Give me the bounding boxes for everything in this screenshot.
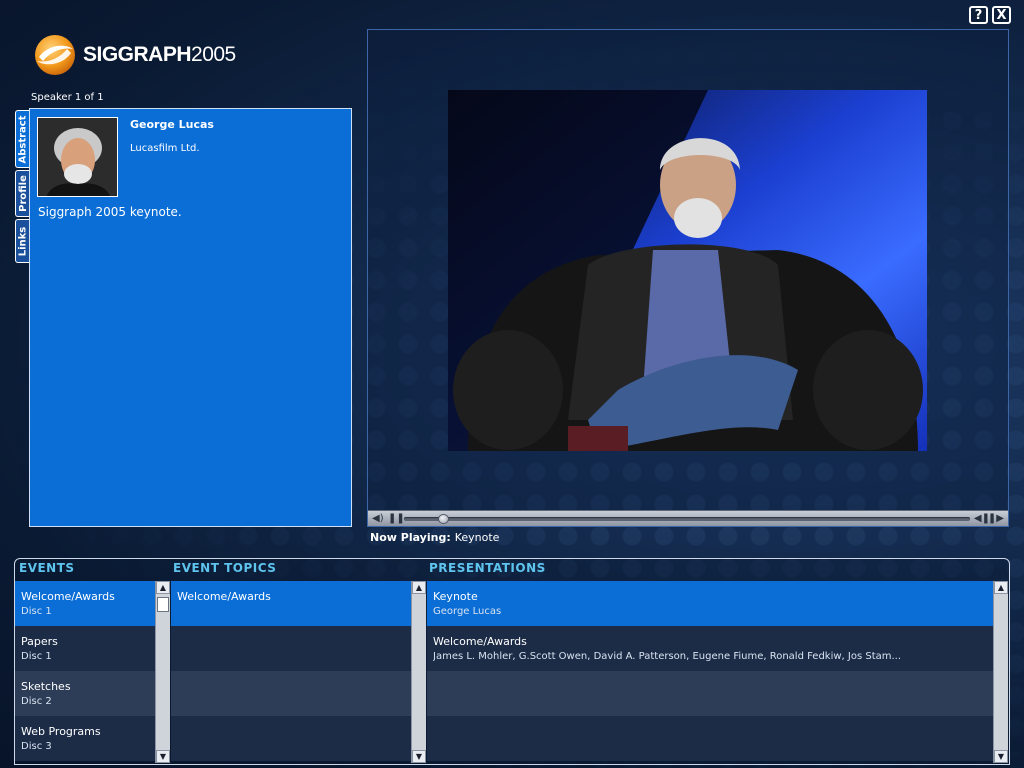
video-panel: ◀) ❚❚ ◀❚ ❚▶: [367, 29, 1009, 527]
scroll-up-icon[interactable]: ▲: [994, 581, 1008, 594]
scroll-down-icon[interactable]: ▼: [156, 750, 170, 763]
speaker-name: George Lucas: [130, 118, 214, 131]
list-item-event[interactable]: Sketches Disc 2: [15, 671, 155, 716]
seek-track[interactable]: [404, 517, 970, 521]
event-topics-header: EVENT TOPICS: [173, 561, 277, 575]
events-scrollbar[interactable]: ▲ ▼: [155, 581, 170, 763]
list-item-presentation[interactable]: Welcome/Awards James L. Mohler, G.Scott …: [427, 626, 993, 671]
presentation-speakers: George Lucas: [433, 606, 502, 617]
video-display[interactable]: [448, 90, 927, 451]
event-disc: Disc 1: [21, 651, 52, 662]
speaker-count: Speaker 1 of 1: [31, 92, 104, 103]
list-item-empty: [427, 716, 993, 761]
speaker-photo: [37, 117, 118, 197]
topics-scrollbar[interactable]: ▲ ▼: [411, 581, 426, 763]
help-button[interactable]: ?: [969, 6, 988, 24]
speaker-info-panel: George Lucas Lucasfilm Ltd. Siggraph 200…: [29, 108, 352, 527]
logo-brand: SIGGRAPH: [83, 43, 192, 66]
event-title: Sketches: [21, 680, 71, 693]
list-item-empty: [171, 716, 411, 761]
scroll-up-icon[interactable]: ▲: [412, 581, 426, 594]
speaker-abstract: Siggraph 2005 keynote.: [38, 205, 182, 219]
next-icon[interactable]: ❚▶: [988, 512, 1004, 526]
logo-year: 2005: [191, 43, 236, 66]
event-disc: Disc 2: [21, 696, 52, 707]
list-item-topic[interactable]: Welcome/Awards: [171, 581, 411, 626]
presentation-title: Keynote: [433, 590, 478, 603]
list-item-event[interactable]: Web Programs Disc 3: [15, 716, 155, 761]
presentations-scrollbar[interactable]: ▲ ▼: [993, 581, 1008, 763]
list-item-empty: [171, 626, 411, 671]
events-header: EVENTS: [19, 561, 75, 575]
tab-profile-label: Profile: [17, 175, 29, 212]
list-item-empty: [171, 671, 411, 716]
now-playing-label: Now Playing:: [370, 531, 451, 544]
event-disc: Disc 1: [21, 606, 52, 617]
volume-speaker-icon[interactable]: ◀): [372, 512, 384, 526]
presentation-title: Welcome/Awards: [433, 635, 527, 648]
event-disc: Disc 3: [21, 741, 52, 752]
list-item-event[interactable]: Welcome/Awards Disc 1: [15, 581, 155, 626]
presentations-list: Keynote George Lucas Welcome/Awards Jame…: [427, 581, 993, 763]
scroll-down-icon[interactable]: ▼: [412, 750, 426, 763]
tab-links[interactable]: Links: [15, 219, 30, 263]
list-item-presentation[interactable]: Keynote George Lucas: [427, 581, 993, 626]
now-playing: Now Playing: Keynote: [370, 531, 499, 544]
presentations-header: PRESENTATIONS: [429, 561, 546, 575]
siggraph-swirl-icon: [35, 35, 75, 75]
scroll-down-icon[interactable]: ▼: [994, 750, 1008, 763]
tab-links-label: Links: [17, 226, 29, 256]
speaker-organization: Lucasfilm Ltd.: [130, 143, 200, 154]
event-title: Papers: [21, 635, 58, 648]
tab-abstract[interactable]: Abstract: [15, 110, 30, 168]
scroll-thumb[interactable]: [157, 597, 169, 612]
list-item-empty: [427, 671, 993, 716]
events-list: Welcome/Awards Disc 1 Papers Disc 1 Sket…: [15, 581, 155, 763]
event-title: Web Programs: [21, 725, 101, 738]
event-title: Welcome/Awards: [21, 590, 115, 603]
tab-profile[interactable]: Profile: [15, 170, 30, 217]
video-control-bar: ◀) ❚❚ ◀❚ ❚▶: [368, 510, 1008, 526]
seek-slider-handle[interactable]: [438, 514, 449, 524]
tab-abstract-label: Abstract: [17, 114, 29, 164]
topic-title: Welcome/Awards: [177, 590, 271, 603]
siggraph-logo: SIGGRAPH2005: [33, 33, 236, 77]
now-playing-title: Keynote: [454, 531, 500, 544]
pause-icon[interactable]: ❚❚: [388, 512, 405, 526]
event-topics-list: Welcome/Awards: [171, 581, 411, 763]
scroll-up-icon[interactable]: ▲: [156, 581, 170, 594]
list-item-event[interactable]: Papers Disc 1: [15, 626, 155, 671]
close-button[interactable]: X: [992, 6, 1011, 24]
presentation-speakers: James L. Mohler, G.Scott Owen, David A. …: [433, 651, 902, 662]
